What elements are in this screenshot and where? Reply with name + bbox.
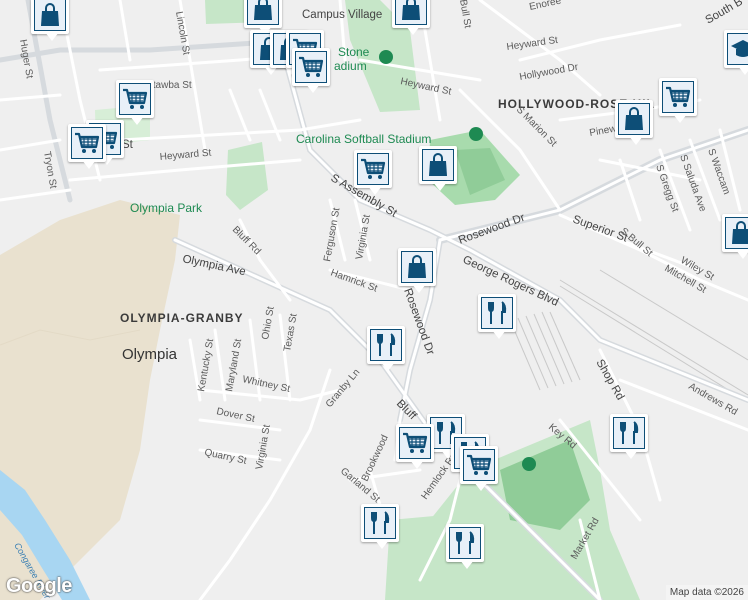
area-stone-2: adium <box>334 59 367 73</box>
map-marker-cart[interactable] <box>396 424 434 469</box>
map-marker-bag[interactable] <box>392 0 430 35</box>
marker-pointer <box>410 460 424 469</box>
map-marker-bag[interactable] <box>722 214 748 259</box>
marker-pointer <box>736 250 748 259</box>
school-icon <box>729 35 748 63</box>
marker-pointer <box>82 160 96 169</box>
shopping-bag-icon <box>424 151 452 179</box>
shopping-cart-icon <box>664 83 692 111</box>
area-stone-1: Stone <box>338 45 370 59</box>
shopping-bag-icon <box>620 105 648 133</box>
restaurant-icon <box>483 299 511 327</box>
poi-stadium-icon[interactable] <box>522 457 536 471</box>
restaurant-icon <box>372 331 400 359</box>
marker-pointer <box>130 116 144 125</box>
area-softball: Carolina Softball Stadium <box>296 132 431 146</box>
marker-pointer <box>433 182 447 191</box>
shopping-bag-icon <box>36 1 64 29</box>
marker-pointer <box>375 540 389 549</box>
shopping-cart-icon <box>73 129 101 157</box>
shopping-bag-icon <box>403 253 431 281</box>
shopping-cart-icon <box>465 451 493 479</box>
shopping-cart-icon <box>121 85 149 113</box>
area-olympia: Olympia <box>122 346 178 363</box>
map-marker-food[interactable] <box>478 294 516 339</box>
map-attribution[interactable]: Map data ©2026 <box>665 585 748 600</box>
area-olympia-granby: OLYMPIA-GRANBY <box>120 311 244 325</box>
poi-stone-icon[interactable] <box>379 50 393 64</box>
area-olympia-park: Olympia Park <box>130 201 203 215</box>
marker-pointer <box>368 186 382 195</box>
map-marker-school[interactable] <box>724 30 748 75</box>
marker-pointer <box>45 32 59 41</box>
map-marker-cart[interactable] <box>292 48 330 93</box>
restaurant-icon <box>451 529 479 557</box>
marker-pointer <box>412 284 426 293</box>
marker-pointer <box>492 330 506 339</box>
restaurant-icon <box>615 419 643 447</box>
map-marker-cart[interactable] <box>354 150 392 195</box>
map-marker-food[interactable] <box>361 504 399 549</box>
shopping-bag-icon <box>727 219 748 247</box>
marker-pointer <box>306 84 320 93</box>
map-marker-cart[interactable] <box>659 78 697 123</box>
map-marker-food[interactable] <box>367 326 405 371</box>
restaurant-icon <box>366 509 394 537</box>
shopping-cart-icon <box>297 53 325 81</box>
marker-pointer <box>738 66 748 75</box>
map-marker-bag[interactable] <box>244 0 282 35</box>
shopping-bag-icon <box>397 0 425 23</box>
area-campus-village: Campus Village <box>302 9 382 21</box>
shopping-cart-icon <box>401 429 429 457</box>
marker-pointer <box>381 362 395 371</box>
marker-pointer <box>629 136 643 145</box>
google-logo[interactable]: Google <box>6 575 72 598</box>
map-marker-bag[interactable] <box>31 0 69 41</box>
map-marker-cart[interactable] <box>116 80 154 125</box>
map-marker-bag[interactable] <box>419 146 457 191</box>
map-marker-cart[interactable] <box>460 446 498 491</box>
map-marker-bag[interactable] <box>398 248 436 293</box>
shopping-bag-icon <box>249 0 277 23</box>
map-marker-bag[interactable] <box>615 100 653 145</box>
marker-pointer <box>460 560 474 569</box>
poi-softball-icon[interactable] <box>469 127 483 141</box>
map-marker-cart[interactable] <box>68 124 106 169</box>
shopping-cart-icon <box>359 155 387 183</box>
marker-pointer <box>406 26 420 35</box>
marker-pointer <box>624 450 638 459</box>
map-marker-food[interactable] <box>610 414 648 459</box>
marker-pointer <box>474 482 488 491</box>
map-marker-food[interactable] <box>446 524 484 569</box>
marker-pointer <box>673 114 687 123</box>
